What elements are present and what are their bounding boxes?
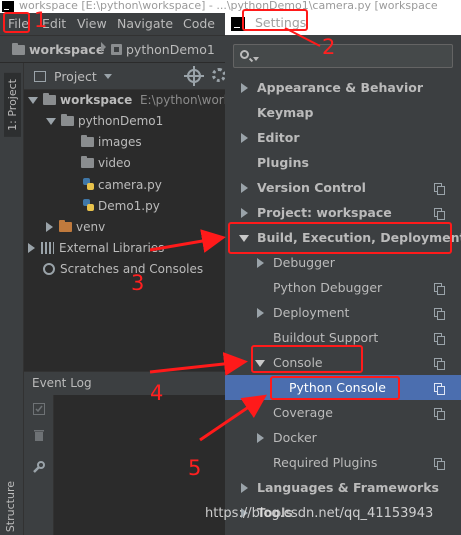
event-log-toolbar [24,395,54,535]
tree-item-external-libraries[interactable]: External Libraries [28,238,164,258]
project-scope-icon [434,208,445,220]
folder-icon [43,93,56,105]
settings-item-deployment[interactable]: Deployment [225,300,461,325]
expand-arrow-icon[interactable] [257,258,264,268]
breadcrumb-pythondemo1[interactable]: pythonDemo1 [111,42,215,58]
annotation-box-file [3,12,30,33]
python-file-icon [83,178,94,191]
expand-arrow-icon[interactable] [257,433,264,443]
gear-icon[interactable] [212,68,226,82]
tree-item-pythondemo1[interactable]: pythonDemo1 [46,111,163,131]
breadcrumb: workspace pythonDemo1 [0,35,225,63]
annotation-step-2: 2 [322,35,336,59]
tree-item-workspace[interactable]: workspace E:\python\works [28,90,237,110]
annotation-box-settings [242,9,308,31]
tree-item-images[interactable]: images [81,132,142,152]
settings-item-docker[interactable]: Docker [225,425,461,450]
expand-arrow-icon[interactable] [241,83,248,93]
collapse-arrow-icon[interactable] [46,222,53,232]
settings-panel: Appearance & Behavior Keymap Editor Plug… [225,35,461,535]
annotation-step-1: 1 [34,8,48,32]
settings-item-plugins[interactable]: Plugins [225,150,461,175]
expand-arrow-icon[interactable] [241,208,248,218]
chevron-down-icon[interactable] [253,57,259,61]
menu-view[interactable]: View [77,16,107,32]
annotation-step-4: 4 [150,381,164,405]
project-scope-icon [434,358,445,370]
python-file-icon [83,199,94,212]
project-scope-icon [434,458,445,470]
collapse-arrow-icon[interactable] [28,243,35,253]
pycharm-logo-icon [2,1,14,12]
annotation-box-console [251,345,363,373]
watermark: https://blog.csdn.net/qq_41153943 [205,506,434,521]
search-icon [240,50,249,59]
project-scope-icon [434,308,445,320]
chevron-down-icon[interactable] [104,74,112,79]
expand-arrow-icon[interactable] [241,483,248,493]
folder-icon [12,43,25,55]
expand-arrow-icon[interactable] [241,133,248,143]
settings-item-appearance-behavior[interactable]: Appearance & Behavior [225,75,461,100]
project-panel-title[interactable]: Project [54,69,97,84]
expand-arrow-icon[interactable] [241,183,248,193]
project-scope-icon [434,283,445,295]
tree-item-demo1-py[interactable]: Demo1.py [83,196,160,216]
locate-crosshair-icon[interactable] [184,66,204,86]
expand-arrow-icon[interactable] [46,118,56,125]
event-log-title: Event Log [32,376,92,390]
menu-navigate[interactable]: Navigate [117,16,173,32]
ide-window-title: workspace [E:\python\workspace] - ...\py… [19,0,438,12]
folder-icon [59,220,72,232]
settings-item-languages-frameworks[interactable]: Languages & Frameworks [225,475,461,500]
mark-read-icon[interactable] [33,403,45,415]
folder-icon [81,156,94,168]
folder-icon [81,135,94,147]
scratches-icon [43,263,55,275]
breadcrumb-workspace[interactable]: workspace [12,42,104,58]
tool-tab-project[interactable]: 1: Project [4,73,21,137]
ide-title-bar: workspace [E:\python\workspace] - ...\py… [0,0,461,13]
tree-item-venv[interactable]: venv [46,217,105,237]
settings-search-input[interactable] [233,44,453,68]
menu-code[interactable]: Code [183,16,215,32]
tree-item-camera-py[interactable]: camera.py [83,175,162,195]
folder-icon [61,114,74,126]
settings-item-coverage[interactable]: Coverage [225,400,461,425]
project-view-icon [34,71,46,82]
tree-item-scratches[interactable]: Scratches and Consoles [43,259,203,279]
settings-item-python-debugger[interactable]: Python Debugger [225,275,461,300]
project-scope-icon [434,183,445,195]
trash-icon[interactable] [33,429,45,441]
libraries-icon [41,242,54,254]
tool-tab-structure[interactable]: Structure [4,481,17,532]
tree-item-video[interactable]: video [81,153,131,173]
project-panel-header: Project [24,63,226,90]
left-tool-stripe: 1: Project Structure [0,63,24,535]
settings-item-editor[interactable]: Editor [225,125,461,150]
project-scope-icon [434,333,445,345]
expand-arrow-icon[interactable] [257,308,264,318]
annotation-step-3: 3 [131,271,145,295]
settings-item-version-control[interactable]: Version Control [225,175,461,200]
settings-item-keymap[interactable]: Keymap [225,100,461,125]
event-log-header: Event Log [24,371,225,395]
project-scope-icon [434,408,445,420]
annotation-box-build [228,222,452,254]
expand-arrow-icon[interactable] [28,97,38,104]
settings-item-required-plugins[interactable]: Required Plugins [225,450,461,475]
wrench-icon[interactable] [33,461,45,473]
annotation-step-5: 5 [188,456,202,480]
project-scope-icon [434,383,445,395]
project-tree: workspace E:\python\works pythonDemo1 im… [24,90,237,370]
breadcrumb-separator-icon [101,42,106,52]
folder-icon [111,44,122,55]
annotation-box-python-console [270,376,400,400]
